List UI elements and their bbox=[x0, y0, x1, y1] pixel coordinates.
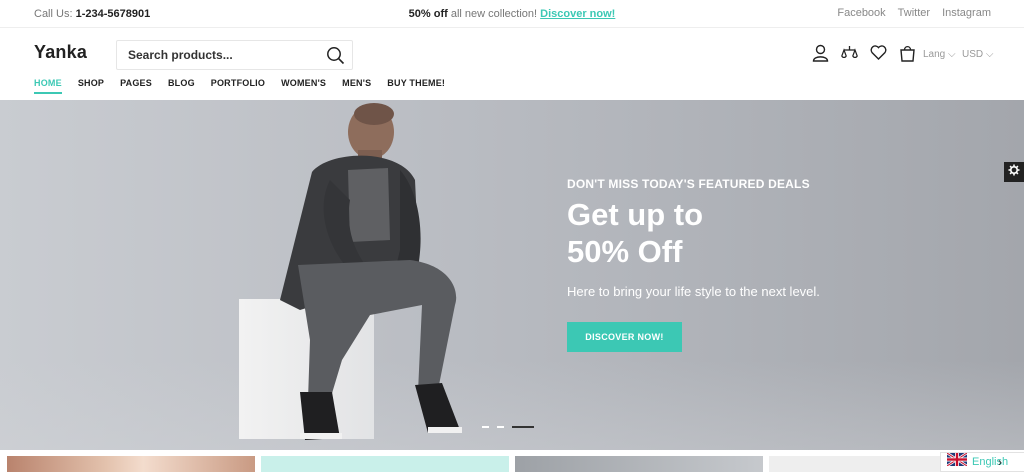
hero-kicker: DON'T MISS TODAY'S FEATURED DEALS bbox=[567, 177, 810, 191]
promo-bold: 50% off bbox=[408, 8, 448, 20]
nav-item-blog[interactable]: BLOG bbox=[168, 78, 195, 94]
gear-icon bbox=[1008, 163, 1020, 181]
cart-icon[interactable] bbox=[899, 44, 916, 62]
category-card-2[interactable] bbox=[261, 456, 509, 472]
facebook-link[interactable]: Facebook bbox=[837, 7, 885, 19]
slider-dot-2[interactable] bbox=[497, 426, 504, 428]
chevron-down-icon: ⌵ bbox=[985, 49, 994, 60]
settings-toggle[interactable] bbox=[1004, 162, 1024, 182]
social-links: Facebook Twitter Instagram bbox=[837, 7, 991, 19]
slider-dot-1[interactable] bbox=[482, 426, 489, 428]
nav-item-shop[interactable]: SHOP bbox=[78, 78, 104, 94]
search-input[interactable] bbox=[128, 47, 318, 63]
promo-discover-link[interactable]: Discover now! bbox=[540, 8, 615, 20]
slider-dots bbox=[482, 426, 534, 428]
hero-slider: DON'T MISS TODAY'S FEATURED DEALS Get up… bbox=[0, 100, 1024, 450]
compare-icon[interactable] bbox=[841, 44, 858, 62]
slider-dot-3[interactable] bbox=[512, 426, 534, 428]
nav-item-buy-theme[interactable]: BUY THEME! bbox=[387, 78, 445, 94]
category-card-3[interactable] bbox=[515, 456, 763, 472]
nav-item-womens[interactable]: WOMEN'S bbox=[281, 78, 326, 94]
top-bar: Call Us: 1-234-5678901 50% off all new c… bbox=[0, 0, 1024, 28]
category-card-1[interactable] bbox=[7, 456, 255, 472]
hero-title: Get up to 50% Off bbox=[567, 196, 767, 270]
currency-select[interactable]: USD ⌵ bbox=[962, 49, 994, 60]
nav-item-portfolio[interactable]: PORTFOLIO bbox=[211, 78, 265, 94]
language-switcher-label: English bbox=[972, 456, 1009, 468]
search-icon[interactable] bbox=[326, 46, 345, 70]
site-logo[interactable]: Yanka bbox=[34, 42, 87, 63]
wishlist-icon[interactable] bbox=[870, 44, 887, 62]
language-switcher[interactable]: English › bbox=[940, 451, 1024, 472]
instagram-link[interactable]: Instagram bbox=[942, 7, 991, 19]
hero-title-line1: Get up to bbox=[567, 197, 704, 232]
nav-item-pages[interactable]: PAGES bbox=[120, 78, 152, 94]
hero-model-image bbox=[280, 103, 462, 440]
language-label: Lang bbox=[923, 49, 946, 60]
hero-title-line2: 50% Off bbox=[567, 234, 683, 269]
promo-text: all new collection! bbox=[450, 8, 538, 20]
hero-floor-shade bbox=[0, 360, 1024, 450]
chevron-down-icon: ⌵ bbox=[948, 49, 956, 60]
category-cards bbox=[0, 456, 1024, 472]
twitter-link[interactable]: Twitter bbox=[898, 7, 930, 19]
search-box bbox=[116, 40, 353, 70]
site-header: Yanka Lang ⌵ USD ⌵ HOME SHOP PAGES BLOG … bbox=[0, 28, 1024, 100]
nav-item-mens[interactable]: MEN'S bbox=[342, 78, 371, 94]
header-icons bbox=[812, 44, 916, 62]
chevron-right-icon: › bbox=[998, 455, 1002, 469]
nav-item-home[interactable]: HOME bbox=[34, 78, 62, 94]
uk-flag-icon bbox=[946, 451, 968, 471]
account-icon[interactable] bbox=[812, 44, 829, 62]
currency-label: USD bbox=[962, 49, 984, 60]
discover-now-button[interactable]: DISCOVER NOW! bbox=[567, 322, 682, 352]
language-select[interactable]: Lang ⌵ bbox=[923, 49, 956, 60]
hero-subtitle: Here to bring your life style to the nex… bbox=[567, 284, 820, 299]
main-nav: HOME SHOP PAGES BLOG PORTFOLIO WOMEN'S M… bbox=[34, 78, 461, 94]
